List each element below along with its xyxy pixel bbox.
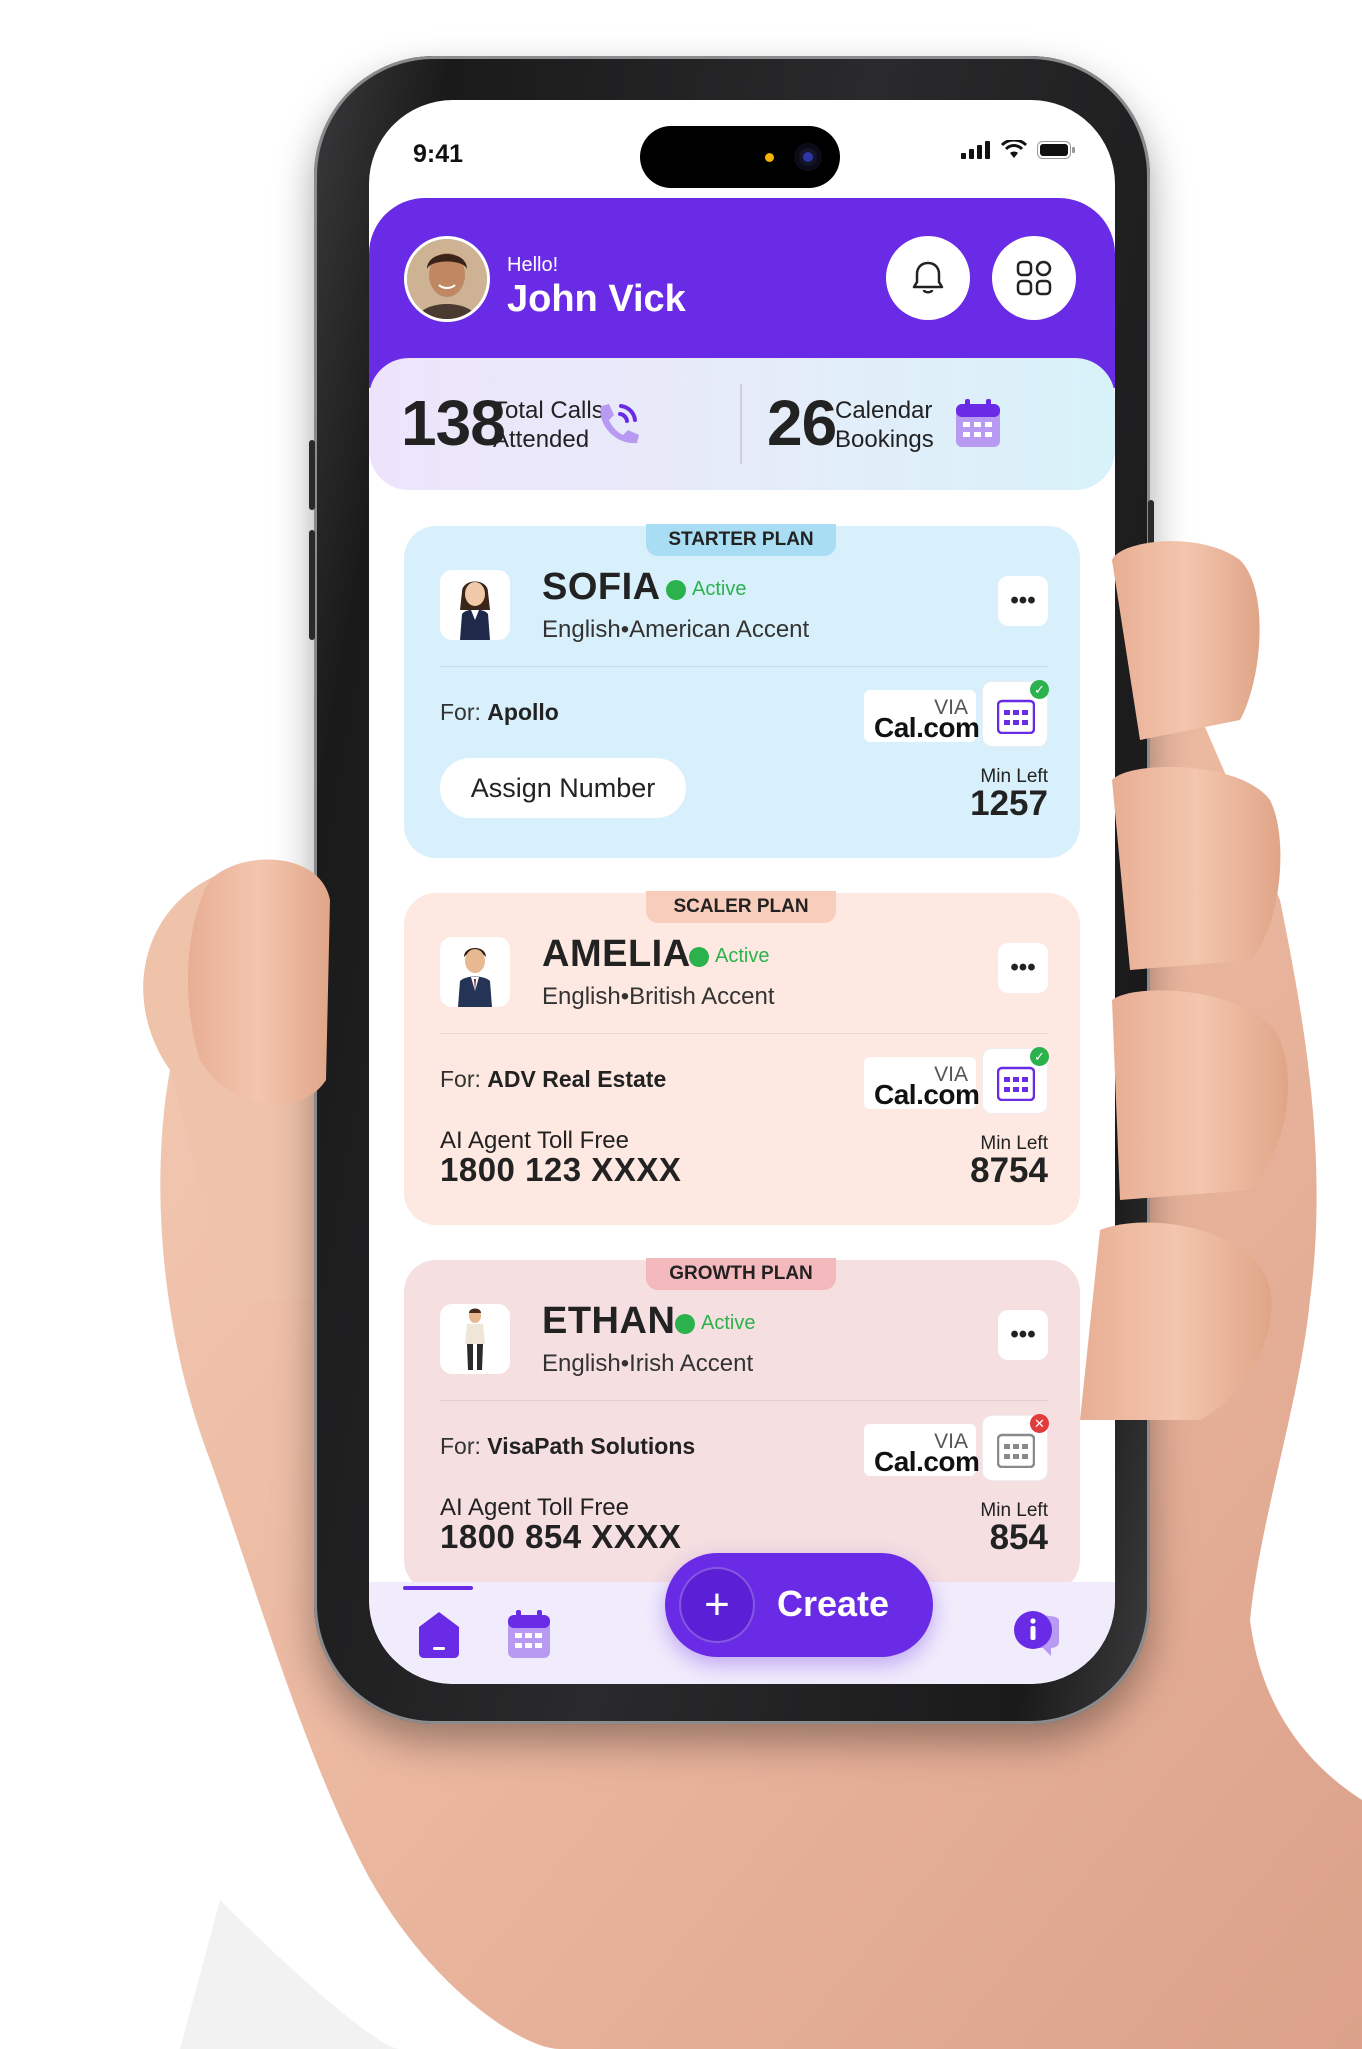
user-avatar-icon: [407, 239, 487, 319]
organization-name: Apollo: [487, 699, 559, 725]
calendar-icon: [997, 1066, 1035, 1101]
agent-card-ethan[interactable]: GROWTH PLAN ETHAN Active English•Irish A…: [404, 1258, 1080, 1592]
signal-icon: [961, 141, 990, 159]
agent-card-sofia[interactable]: STARTER PLAN SOFIA Active English•Americ…: [404, 524, 1080, 858]
active-tab-indicator: [403, 1586, 473, 1590]
error-icon: ✕: [1030, 1414, 1049, 1433]
total-calls-count: 138: [401, 387, 506, 459]
plus-icon: +: [679, 1567, 755, 1643]
agent-card-amelia[interactable]: SCALER PLAN AMELIA Active English•Britis…: [404, 891, 1080, 1225]
min-left-value: 854: [989, 1518, 1048, 1557]
toll-free-number: 1800 854 XXXX: [440, 1518, 682, 1555]
stats-summary: 138 Total Calls Attended 26 Calendar Boo…: [369, 358, 1115, 490]
card-divider: [440, 666, 1048, 667]
phone-side-button: [1148, 500, 1154, 660]
assign-number-button[interactable]: Assign Number: [440, 758, 686, 818]
calendar-integration[interactable]: VIA Cal.com: [864, 1424, 980, 1477]
status-bar: 9:41: [369, 100, 1115, 200]
language-accent: English•American Accent: [542, 616, 810, 643]
privacy-indicator-icon: [765, 153, 774, 162]
calendar-icon: [508, 1610, 550, 1658]
apps-menu-button[interactable]: [992, 236, 1076, 320]
battery-icon: [1037, 141, 1075, 159]
phone-side-button: [309, 440, 315, 510]
female-agent-icon: [460, 581, 490, 640]
more-dots-icon: •••: [1010, 954, 1036, 981]
calendar-sync-status[interactable]: ✕: [982, 1414, 1049, 1481]
phone-side-button: [309, 530, 315, 640]
plan-tag: SCALER PLAN: [646, 891, 836, 923]
calcom-logo: Cal.com: [874, 1446, 980, 1477]
more-dots-icon: •••: [1010, 587, 1036, 614]
calcom-logo: Cal.com: [874, 1079, 980, 1110]
calendar-icon: [956, 399, 1000, 447]
more-options-button[interactable]: •••: [998, 943, 1048, 993]
dynamic-island: [640, 126, 840, 188]
status-badge: Active: [675, 1312, 755, 1335]
organization-name: ADV Real Estate: [487, 1066, 667, 1092]
organization-name: VisaPath Solutions: [487, 1433, 696, 1459]
avatar[interactable]: [404, 236, 490, 322]
calendar-sync-status[interactable]: ✓: [982, 680, 1049, 747]
stats-divider: [740, 384, 742, 464]
calendar-integration[interactable]: VIA Cal.com: [864, 690, 980, 743]
card-divider: [440, 1033, 1048, 1034]
language-accent: English•British Accent: [542, 983, 775, 1010]
organization-line: For: ADV Real Estate: [440, 1066, 667, 1092]
agent-avatar: [440, 570, 510, 640]
agent-avatar: [440, 1304, 510, 1374]
min-left-value: 8754: [970, 1151, 1048, 1190]
more-options-button[interactable]: •••: [998, 1310, 1048, 1360]
status-dot-icon: [689, 946, 709, 967]
calcom-logo: Cal.com: [874, 712, 980, 743]
toll-free-number: 1800 123 XXXX: [440, 1151, 682, 1188]
create-agent-button[interactable]: + Create: [665, 1553, 933, 1657]
phone-call-icon: [600, 404, 639, 444]
calendar-bookings-count: 26: [767, 387, 837, 459]
nav-support[interactable]: [1009, 1606, 1065, 1662]
calendar-integration[interactable]: VIA Cal.com: [864, 1057, 980, 1110]
more-dots-icon: •••: [1010, 1321, 1036, 1348]
bell-icon: [912, 261, 944, 294]
status-icons: [961, 140, 1075, 160]
agent-name: SOFIA: [542, 566, 661, 608]
check-icon: ✓: [1030, 1047, 1049, 1066]
calendar-bookings-label: Calendar Bookings: [835, 397, 934, 453]
wifi-icon: [1001, 140, 1027, 158]
app-screen: 9:41 Hello! John Vick 138 Total Calls At…: [369, 100, 1115, 1684]
info-chat-icon: [1014, 1611, 1059, 1656]
agent-avatar: [440, 937, 510, 1007]
min-left-value: 1257: [970, 784, 1048, 823]
organization-line: For: VisaPath Solutions: [440, 1433, 696, 1459]
status-badge: Active: [666, 578, 746, 601]
calendar-icon: [997, 1433, 1035, 1468]
status-badge: Active: [689, 945, 769, 968]
agent-name: ETHAN: [542, 1300, 676, 1342]
notifications-button[interactable]: [886, 236, 970, 320]
standing-agent-icon: [465, 1308, 485, 1370]
male-agent-icon: [458, 948, 492, 1007]
status-time: 9:41: [413, 140, 464, 168]
total-calls-label: Total Calls Attended: [493, 397, 604, 453]
calendar-icon: [997, 699, 1035, 734]
plan-tag: GROWTH PLAN: [646, 1258, 836, 1290]
agent-name: AMELIA: [542, 933, 691, 975]
card-divider: [440, 1400, 1048, 1401]
calendar-sync-status[interactable]: ✓: [982, 1047, 1049, 1114]
user-name: John Vick: [507, 278, 686, 320]
camera-icon: [794, 143, 822, 171]
nav-home[interactable]: [411, 1606, 467, 1662]
plan-tag: STARTER PLAN: [646, 524, 836, 556]
home-icon: [419, 1612, 459, 1658]
nav-calendar[interactable]: [501, 1606, 557, 1662]
greeting-text: Hello!: [507, 254, 559, 276]
check-icon: ✓: [1030, 680, 1049, 699]
status-dot-icon: [666, 579, 686, 600]
language-accent: English•Irish Accent: [542, 1350, 754, 1377]
grid-icon: [1016, 260, 1052, 296]
create-label: Create: [777, 1583, 890, 1624]
more-options-button[interactable]: •••: [998, 576, 1048, 626]
status-dot-icon: [675, 1313, 695, 1334]
organization-line: For: Apollo: [440, 699, 559, 725]
